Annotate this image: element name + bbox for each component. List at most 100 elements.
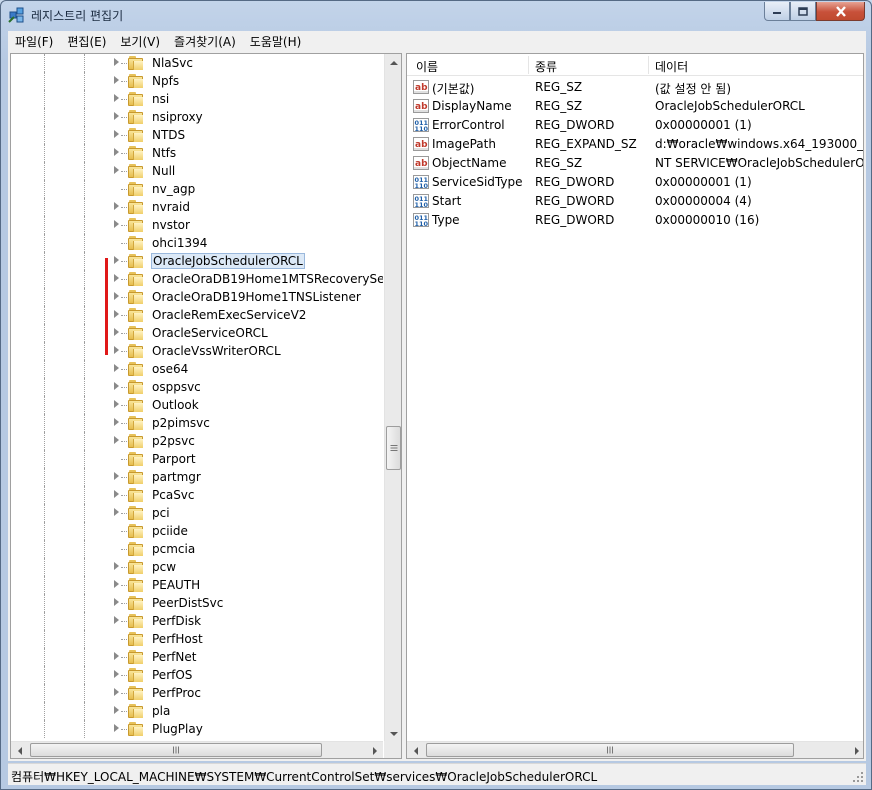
expand-arrow-icon[interactable] xyxy=(114,436,119,444)
tree-item-label[interactable]: pciide xyxy=(151,523,189,539)
tree-item-label[interactable]: PerfNet xyxy=(151,649,197,665)
expand-arrow-icon[interactable] xyxy=(114,292,119,300)
maximize-button[interactable] xyxy=(790,2,816,21)
tree-item-label[interactable]: PeerDistSvc xyxy=(151,595,224,611)
tree-item-label[interactable]: OracleOraDB19Home1MTSRecoveryService xyxy=(151,271,383,287)
tree-item-label[interactable]: OracleServiceORCL xyxy=(151,325,269,341)
title-bar[interactable]: 레지스트리 편집기 xyxy=(1,1,871,29)
tree-item-label[interactable]: p2pimsvc xyxy=(151,415,211,431)
tree-item[interactable]: PeerDistSvc xyxy=(11,594,383,612)
tree-item[interactable]: pci xyxy=(11,504,383,522)
tree-item[interactable]: p2psvc xyxy=(11,432,383,450)
expand-arrow-icon[interactable] xyxy=(114,76,119,84)
value-row[interactable]: ab ObjectName REG_SZ NT SERVICE₩OracleJobSc… xyxy=(407,154,863,173)
scroll-left-button[interactable] xyxy=(407,742,424,758)
scroll-down-button[interactable] xyxy=(385,725,401,742)
tree-item[interactable]: PerfHost xyxy=(11,630,383,648)
expand-arrow-icon[interactable] xyxy=(114,130,119,138)
tree-item-label[interactable]: PcaSvc xyxy=(151,487,196,503)
tree-item[interactable]: nvstor xyxy=(11,216,383,234)
tree-item[interactable]: OracleServiceORCL xyxy=(11,324,383,342)
expand-arrow-icon[interactable] xyxy=(114,400,119,408)
tree-item[interactable]: PerfOS xyxy=(11,666,383,684)
tree-item[interactable]: OracleJobSchedulerORCL xyxy=(11,252,383,270)
column-name-header[interactable]: 이름 xyxy=(416,58,438,75)
expand-arrow-icon[interactable] xyxy=(114,490,119,498)
tree-item-label[interactable]: p2psvc xyxy=(151,433,196,449)
column-divider[interactable] xyxy=(648,56,649,74)
tree-item-label[interactable]: nsiproxy xyxy=(151,109,204,125)
value-row[interactable]: 011 110 Start REG_DWORD 0x00000004 (4) xyxy=(407,192,863,211)
tree-item-label[interactable]: OracleRemExecServiceV2 xyxy=(151,307,307,323)
expand-arrow-icon[interactable] xyxy=(114,328,119,336)
tree-item[interactable]: pla xyxy=(11,702,383,720)
tree-item-label[interactable]: ose64 xyxy=(151,361,189,377)
tree-item-label[interactable]: PlugPlay xyxy=(151,721,204,737)
tree-item[interactable]: nv_agp xyxy=(11,180,383,198)
scroll-up-button[interactable] xyxy=(385,54,401,71)
expand-arrow-icon[interactable] xyxy=(114,346,119,354)
tree-item[interactable]: NlaSvc xyxy=(11,54,383,72)
tree-item-label[interactable]: nvraid xyxy=(151,199,191,215)
expand-arrow-icon[interactable] xyxy=(114,220,119,228)
expand-arrow-icon[interactable] xyxy=(114,364,119,372)
tree-item-label[interactable]: ohci1394 xyxy=(151,235,208,251)
tree-item[interactable]: pcmcia xyxy=(11,540,383,558)
tree-item[interactable]: nsiproxy xyxy=(11,108,383,126)
values-hscroll-thumb[interactable] xyxy=(426,743,794,757)
values-horizontal-scrollbar[interactable] xyxy=(407,741,863,758)
tree-item[interactable]: PerfProc xyxy=(11,684,383,702)
value-row[interactable]: 011 110 Type REG_DWORD 0x00000010 (16) xyxy=(407,211,863,230)
expand-arrow-icon[interactable] xyxy=(114,598,119,606)
tree-item[interactable]: OracleRemExecServiceV2 xyxy=(11,306,383,324)
value-row[interactable]: ab DisplayName REG_SZ OracleJobSchedulerORC… xyxy=(407,97,863,116)
value-row[interactable]: 011 110 ServiceSidType REG_DWORD 0x00000001 … xyxy=(407,173,863,192)
tree-item[interactable]: Parport xyxy=(11,450,383,468)
tree-item-label[interactable]: osppsvc xyxy=(151,379,202,395)
tree-vscroll-thumb[interactable] xyxy=(386,426,401,470)
tree-item[interactable]: PcaSvc xyxy=(11,486,383,504)
tree-item[interactable]: partmgr xyxy=(11,468,383,486)
tree-item[interactable]: Outlook xyxy=(11,396,383,414)
expand-arrow-icon[interactable] xyxy=(114,580,119,588)
tree-item[interactable]: OracleOraDB19Home1TNSListener xyxy=(11,288,383,306)
column-divider[interactable] xyxy=(528,56,529,74)
tree-item[interactable]: PEAUTH xyxy=(11,576,383,594)
values-pane[interactable]: 이름 종류 데이터 ab (기본값) REG_SZ (값 설정 안 됨) ab Displ… xyxy=(406,53,864,759)
tree-item-label[interactable]: nsi xyxy=(151,91,170,107)
tree-item[interactable]: PerfDisk xyxy=(11,612,383,630)
tree-item[interactable]: pcw xyxy=(11,558,383,576)
tree-item-label[interactable]: partmgr xyxy=(151,469,202,485)
tree-item[interactable]: pciide xyxy=(11,522,383,540)
tree-item-label[interactable]: Parport xyxy=(151,451,197,467)
tree-item-label[interactable]: OracleVssWriterORCL xyxy=(151,343,282,359)
tree-item-label[interactable]: nv_agp xyxy=(151,181,196,197)
tree-item-label[interactable]: pcw xyxy=(151,559,177,575)
expand-arrow-icon[interactable] xyxy=(114,688,119,696)
tree-item[interactable]: nvraid xyxy=(11,198,383,216)
tree-hscroll-thumb[interactable] xyxy=(30,743,322,757)
tree-item-label[interactable]: nvstor xyxy=(151,217,191,233)
menu-view[interactable]: 보기(V) xyxy=(113,33,167,50)
expand-arrow-icon[interactable] xyxy=(114,310,119,318)
expand-arrow-icon[interactable] xyxy=(114,148,119,156)
menu-help[interactable]: 도움말(H) xyxy=(243,33,309,50)
scroll-right-button[interactable] xyxy=(848,742,863,758)
tree-item-label[interactable]: Ntfs xyxy=(151,145,177,161)
expand-arrow-icon[interactable] xyxy=(114,166,119,174)
column-type-header[interactable]: 종류 xyxy=(535,58,557,75)
expand-arrow-icon[interactable] xyxy=(114,724,119,732)
tree-item-label[interactable]: PEAUTH xyxy=(151,577,201,593)
tree-item-label[interactable]: PerfProc xyxy=(151,685,202,701)
close-button[interactable] xyxy=(816,2,865,21)
tree-item-label[interactable]: OracleOraDB19Home1TNSListener xyxy=(151,289,362,305)
expand-arrow-icon[interactable] xyxy=(114,706,119,714)
tree-item[interactable]: Npfs xyxy=(11,72,383,90)
expand-arrow-icon[interactable] xyxy=(114,616,119,624)
menu-favorites[interactable]: 즐겨찾기(A) xyxy=(167,33,243,50)
expand-arrow-icon[interactable] xyxy=(114,670,119,678)
tree-item[interactable]: OracleVssWriterORCL xyxy=(11,342,383,360)
tree-item-label[interactable]: Outlook xyxy=(151,397,200,413)
value-row[interactable]: ab ImagePath REG_EXPAND_SZ d:₩oracle₩window… xyxy=(407,135,863,154)
tree-vertical-scrollbar[interactable] xyxy=(384,54,401,742)
